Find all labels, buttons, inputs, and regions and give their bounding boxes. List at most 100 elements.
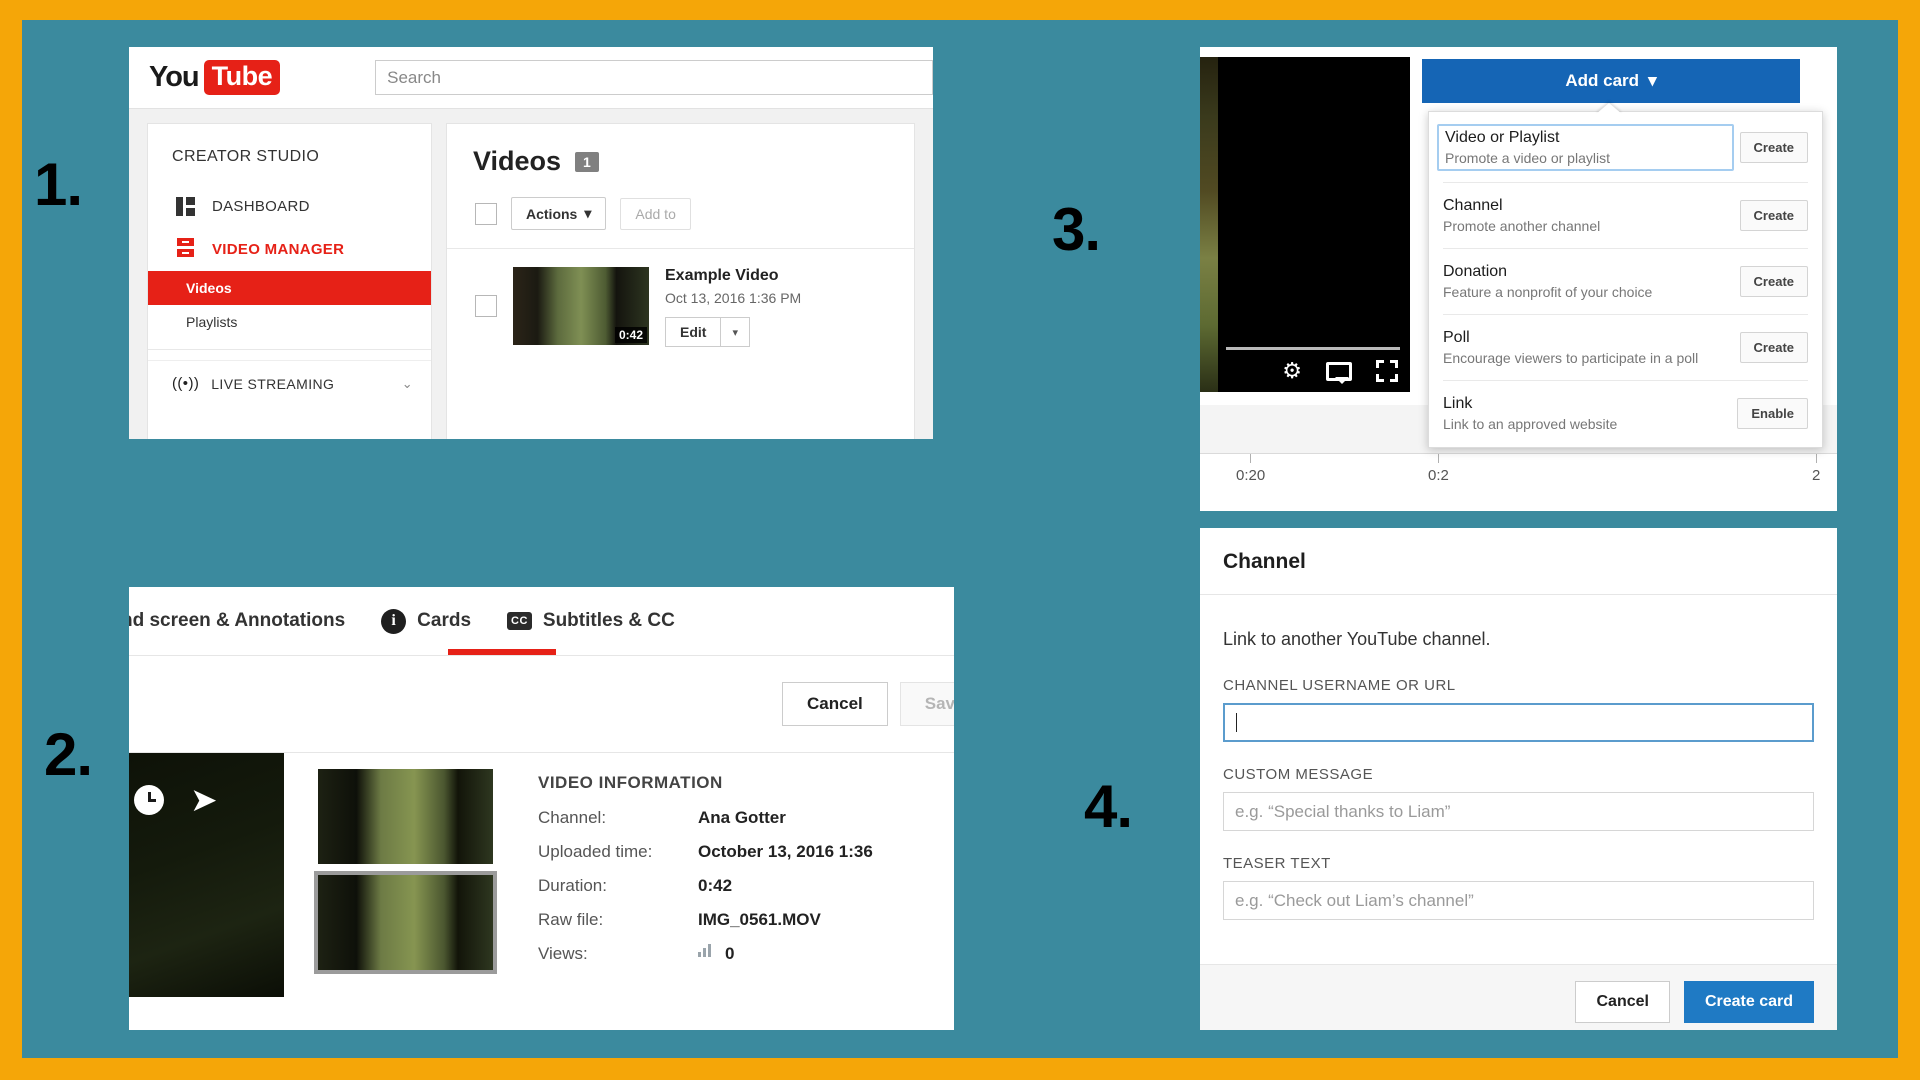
- panel-add-card: ⚙ 0:20 0:2 2 Add card ▾ Video or Playlis…: [1200, 47, 1837, 511]
- cards-action-bar: Cancel Sav: [129, 656, 954, 752]
- tab-end-screen-label: nd screen & Annotations: [129, 610, 346, 631]
- menu-item-title: Donation: [1443, 263, 1508, 280]
- sidebar-item-live-streaming[interactable]: ((•)) LIVE STREAMING ⌄: [148, 360, 431, 406]
- video-player[interactable]: ⚙: [1200, 57, 1410, 392]
- step-number-4: 4.: [1084, 773, 1133, 840]
- video-title[interactable]: Example Video: [665, 267, 801, 285]
- menu-item-text: Donation Feature a nonprofit of your cho…: [1443, 263, 1728, 300]
- youtube-logo[interactable]: You Tube: [149, 60, 281, 95]
- tab-subtitles-cc[interactable]: CC Subtitles & CC: [507, 610, 675, 632]
- channel-username-input[interactable]: [1223, 703, 1814, 742]
- sidebar-item-video-manager[interactable]: VIDEO MANAGER: [148, 227, 431, 271]
- menu-item-text: Video or Playlist Promote a video or pla…: [1437, 124, 1734, 171]
- enable-button[interactable]: Enable: [1737, 398, 1808, 429]
- panel-channel-dialog: Channel Link to another YouTube channel.…: [1200, 528, 1837, 1030]
- create-button[interactable]: Create: [1739, 200, 1808, 231]
- cancel-button[interactable]: Cancel: [1575, 980, 1670, 1023]
- teaser-text-input[interactable]: e.g. “Check out Liam’s channel”: [1223, 881, 1814, 920]
- creator-studio-sidebar: CREATOR STUDIO DASHBOARD VIDEO MANAGER V…: [147, 123, 432, 439]
- actions-button-label: Actions: [526, 205, 578, 222]
- chevron-down-icon: ▾: [584, 205, 592, 221]
- share-icon[interactable]: ➤: [190, 783, 218, 816]
- custom-message-label: CUSTOM MESSAGE: [1223, 766, 1374, 783]
- add-card-label: Add card: [1565, 71, 1640, 90]
- panel-cards-editor: nd screen & Annotations i Cards CC Subti…: [129, 587, 954, 1030]
- menu-item-donation[interactable]: Donation Feature a nonprofit of your cho…: [1429, 254, 1822, 309]
- cast-icon[interactable]: [1326, 361, 1352, 384]
- create-button[interactable]: Create: [1739, 132, 1808, 163]
- tab-end-screen-annotations[interactable]: nd screen & Annotations: [129, 610, 345, 632]
- video-thumbnail[interactable]: 0:42: [513, 267, 649, 345]
- slide-canvas: 1. 2. 3. 4. You Tube Search CREATOR STUD…: [22, 20, 1898, 1058]
- sidebar-item-dashboard[interactable]: DASHBOARD: [148, 186, 431, 227]
- video-count-badge: 1: [575, 151, 599, 172]
- create-button[interactable]: Create: [1739, 266, 1808, 297]
- settings-gear-icon[interactable]: ⚙: [1282, 358, 1302, 384]
- menu-item-video-or-playlist[interactable]: Video or Playlist Promote a video or pla…: [1429, 118, 1822, 177]
- list-item[interactable]: [314, 871, 497, 974]
- timeline-tick: 0:20: [1236, 454, 1265, 484]
- menu-item-text: Poll Encourage viewers to participate in…: [1443, 329, 1728, 366]
- fullscreen-icon[interactable]: [1376, 360, 1398, 382]
- thumbnail-list: [284, 753, 514, 997]
- tab-cards[interactable]: i Cards: [381, 608, 472, 634]
- tick-label: 0:2: [1428, 467, 1449, 484]
- preview-overlay-icons: ➤: [134, 783, 218, 816]
- info-row-views: Views: 0: [538, 944, 954, 964]
- create-button[interactable]: Create: [1739, 332, 1808, 363]
- channel-username-label: CHANNEL USERNAME OR URL: [1223, 677, 1456, 694]
- dashboard-icon: [172, 197, 198, 216]
- menu-item-channel[interactable]: Channel Promote another channel Create: [1429, 188, 1822, 243]
- custom-message-input[interactable]: e.g. “Special thanks to Liam”: [1223, 792, 1814, 831]
- row-checkbox[interactable]: [475, 295, 497, 317]
- tab-cards-label: Cards: [417, 610, 472, 631]
- sidebar-item-dashboard-label: DASHBOARD: [212, 198, 310, 215]
- actions-button[interactable]: Actions ▾: [511, 197, 607, 230]
- info-value: October 13, 2016 1:36: [698, 842, 873, 861]
- menu-item-desc: Feature a nonprofit of your choice: [1443, 284, 1653, 300]
- dialog-title: Channel: [1223, 550, 1306, 573]
- edit-dropdown-caret-icon[interactable]: ▾: [721, 317, 750, 347]
- add-card-button[interactable]: Add card ▾: [1422, 59, 1800, 103]
- clock-icon[interactable]: [134, 784, 164, 815]
- info-key: Channel:: [538, 808, 607, 827]
- chevron-down-icon: ▾: [1648, 71, 1657, 90]
- video-manager-icon: [172, 238, 198, 260]
- info-key: Raw file:: [538, 910, 604, 929]
- cancel-button[interactable]: Cancel: [782, 682, 888, 726]
- sidebar-subitem-videos[interactable]: Videos: [148, 271, 431, 305]
- chevron-down-icon[interactable]: ⌄: [402, 376, 413, 392]
- list-item[interactable]: [318, 769, 493, 864]
- panel1-body: CREATOR STUDIO DASHBOARD VIDEO MANAGER V…: [129, 109, 933, 439]
- videos-main-pane: Videos 1 Actions ▾ Add to 0:42 Example V…: [446, 123, 915, 439]
- tick-label: 0:20: [1236, 467, 1266, 484]
- player-progress-bar[interactable]: [1226, 347, 1400, 350]
- edit-button[interactable]: Edit: [665, 317, 722, 347]
- create-card-button[interactable]: Create card: [1683, 980, 1814, 1023]
- info-value: Ana Gotter: [698, 808, 786, 827]
- logo-you-text: You: [149, 61, 200, 93]
- add-to-button[interactable]: Add to: [620, 197, 691, 230]
- cards-body: ➤ VIDEO INFORMATION Channel: Ana Gotter …: [129, 752, 954, 997]
- menu-item-title: Link: [1443, 395, 1473, 412]
- info-key: Duration:: [538, 876, 607, 895]
- text-caret: [1236, 713, 1237, 732]
- tick-label: 2: [1812, 467, 1821, 484]
- menu-item-link[interactable]: Link Link to an approved website Enable: [1429, 386, 1822, 441]
- tab-subtitles-label: Subtitles & CC: [542, 610, 675, 631]
- menu-item-desc: Promote another channel: [1443, 218, 1601, 234]
- save-button[interactable]: Sav: [899, 682, 954, 726]
- menu-divider: [1443, 380, 1808, 381]
- dialog-description: Link to another YouTube channel.: [1223, 629, 1491, 649]
- sidebar-subitem-playlists[interactable]: Playlists: [148, 305, 431, 339]
- menu-item-poll[interactable]: Poll Encourage viewers to participate in…: [1429, 320, 1822, 375]
- edit-button-group: Edit ▾: [665, 317, 801, 347]
- info-row-channel: Channel: Ana Gotter: [538, 808, 954, 828]
- step-number-3: 3.: [1052, 196, 1101, 263]
- search-input[interactable]: Search: [375, 60, 933, 95]
- sidebar-item-video-manager-label: VIDEO MANAGER: [212, 240, 345, 258]
- video-preview[interactable]: ➤: [129, 753, 284, 997]
- info-row-raw-file: Raw file: IMG_0561.MOV: [538, 910, 954, 930]
- select-all-checkbox[interactable]: [475, 202, 497, 225]
- youtube-header: You Tube Search: [129, 47, 933, 109]
